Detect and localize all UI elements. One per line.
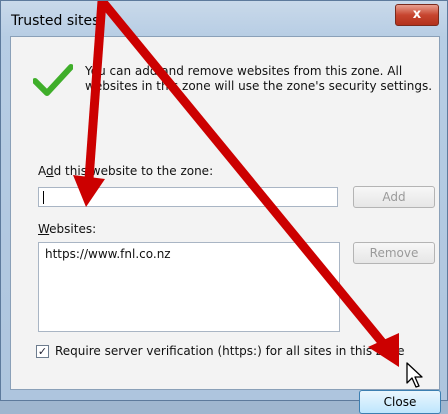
checkbox-check-icon: ✓ [37,345,48,358]
websites-list[interactable]: https://www.fnl.co.nz [38,242,340,332]
dialog-body: You can add and remove websites from thi… [10,36,441,414]
add-website-input[interactable] [38,187,338,207]
require-https-label: Require server verification (https:) for… [55,344,405,358]
text-caret [43,191,44,204]
websites-label: Websites: [38,222,97,236]
mouse-cursor-icon [406,362,423,388]
add-website-label: Add this website to the zone: [38,164,214,178]
remove-button[interactable]: Remove [353,242,435,264]
list-item[interactable]: https://www.fnl.co.nz [45,247,333,261]
close-icon: x [412,7,422,22]
trusted-sites-dialog: Trusted sites x You can add and remove w… [0,0,448,414]
title-bar: Trusted sites x [1,1,447,35]
add-button[interactable]: Add [353,186,435,208]
require-https-checkbox[interactable]: ✓ [36,345,49,358]
close-window-button[interactable]: x [395,4,439,26]
window-title: Trusted sites [11,13,100,29]
checkmark-icon [33,64,73,96]
zone-description: You can add and remove websites from thi… [85,64,433,93]
close-button[interactable]: Close [359,390,441,414]
